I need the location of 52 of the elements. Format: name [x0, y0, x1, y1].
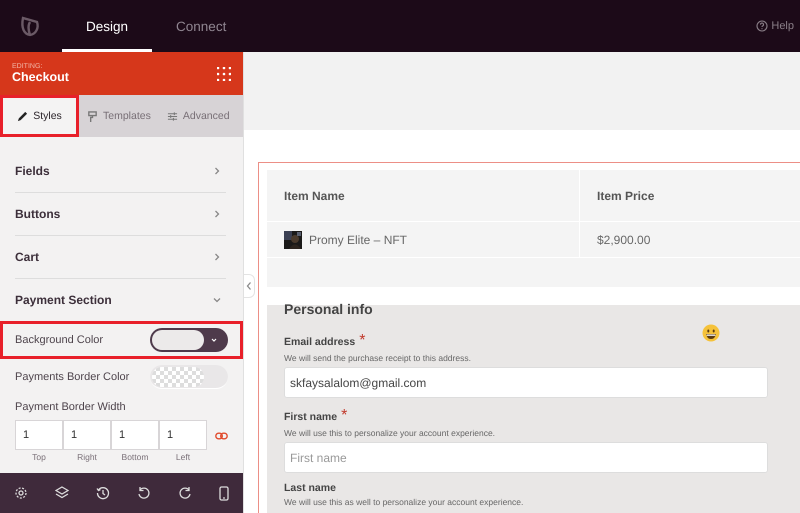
- history-icon[interactable]: [96, 486, 110, 500]
- input-field[interactable]: 1: [111, 420, 159, 450]
- section-header[interactable]: Buttons: [15, 193, 226, 236]
- field-label: Last name: [284, 482, 336, 494]
- mobile-icon[interactable]: [219, 486, 230, 500]
- side-label: Bottom: [120, 451, 150, 462]
- product-price: $2,900.00: [597, 232, 650, 246]
- input-field[interactable]: 1: [15, 420, 63, 450]
- section-header[interactable]: Fields: [15, 150, 226, 193]
- block-title: Checkout: [12, 70, 69, 84]
- side-label: Left: [174, 451, 192, 462]
- grinning-emoji-icon: [702, 324, 720, 342]
- product-name: Promy Elite – NFT: [309, 232, 408, 246]
- help-link[interactable]: Help: [771, 20, 794, 32]
- panel-tab[interactable]: Styles: [0, 95, 79, 137]
- required-mark: *: [359, 332, 366, 350]
- settings-icon[interactable]: [14, 486, 28, 500]
- column-header: Item Name: [283, 188, 346, 202]
- input-field[interactable]: First name: [284, 442, 768, 473]
- layers-icon[interactable]: [54, 486, 69, 500]
- column-header: Item Price: [579, 170, 800, 221]
- help-icon: [756, 20, 768, 32]
- input-field[interactable]: 1: [63, 420, 111, 450]
- field-label: First name: [284, 411, 338, 423]
- sliders-icon: [166, 110, 178, 122]
- section-header[interactable]: Payment Section: [15, 279, 226, 321]
- color-picker[interactable]: [150, 365, 228, 389]
- field-label: Email address: [284, 336, 356, 348]
- color-picker[interactable]: [150, 328, 228, 352]
- required-mark: *: [341, 407, 348, 425]
- input-field[interactable]: 1: [159, 420, 207, 450]
- section-heading: Personal info: [283, 301, 374, 317]
- field-hint: We will use this as well to personalize your account experience.: [284, 497, 524, 507]
- field-hint: We will send the purchase receipt to this address.: [284, 353, 471, 363]
- setting-label: Payment Border Width: [15, 401, 127, 413]
- setting-label: Payments Border Color: [15, 371, 130, 383]
- side-label: Right: [76, 451, 98, 462]
- field-hint: We will use this to personalize your account experience.: [284, 428, 496, 438]
- leaf-logo-icon: [18, 14, 42, 38]
- redo-icon[interactable]: [178, 486, 192, 500]
- link-icon[interactable]: [215, 431, 228, 441]
- collapse-handle[interactable]: [244, 274, 255, 298]
- nav-tab[interactable]: Connect: [152, 0, 250, 52]
- side-label: Top: [31, 451, 47, 462]
- grid-dots-icon[interactable]: [217, 66, 231, 80]
- caret-icon: [210, 336, 218, 344]
- pencil-icon: [17, 110, 28, 122]
- input-field[interactable]: skfaysalalom@gmail.com: [284, 367, 768, 398]
- paint-roller-icon: [87, 110, 98, 122]
- setting-label: Background Color: [15, 334, 104, 346]
- undo-icon[interactable]: [137, 486, 152, 500]
- section-header[interactable]: Cart: [15, 236, 226, 279]
